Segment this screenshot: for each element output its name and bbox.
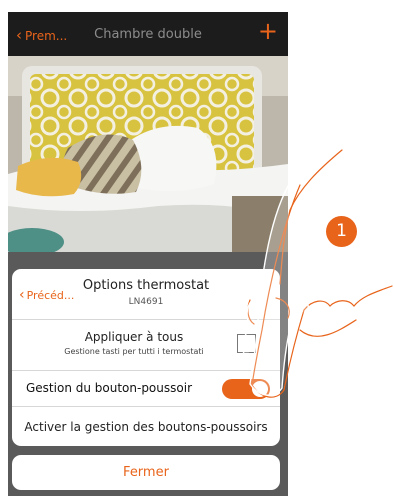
room-photo [8, 56, 288, 252]
sheet-header: ‹ Précéd... Options thermostat LN4691 [12, 269, 280, 320]
step-number-badge: 1 [326, 216, 357, 247]
apply-all-label: Appliquer à tous [84, 330, 184, 344]
room-photo-image [8, 56, 288, 252]
activate-pushbuttons-label: Activer la gestion des boutons-poussoirs [24, 420, 268, 434]
toggle-knob [252, 381, 268, 397]
apply-all-checkbox[interactable] [237, 334, 256, 353]
sheet-subtitle: LN4691 [128, 297, 164, 307]
options-sheet: ‹ Précéd... Options thermostat LN4691 App… [12, 269, 280, 446]
add-button[interactable]: + [258, 19, 278, 43]
top-bar: ‹ Prem... Chambre double + [8, 12, 288, 56]
activate-pushbuttons-row[interactable]: Activer la gestion des boutons-poussoirs [12, 407, 280, 446]
pushbutton-management-row: Gestion du bouton-poussoir [12, 371, 280, 407]
phone-screen: ‹ Prem... Chambre double + ‹ Précéd... O… [8, 12, 288, 496]
screen-title: Chambre double [94, 27, 202, 42]
pushbutton-management-toggle[interactable] [222, 379, 270, 399]
sheet-title: Options thermostat [82, 278, 210, 293]
close-button[interactable]: Fermer [12, 465, 280, 480]
apply-all-row: Appliquer à tous Gestione tasti per tutt… [12, 320, 280, 371]
close-sheet: Fermer [12, 455, 280, 490]
apply-all-sublabel: Gestione tasti per tutti i termostati [64, 347, 204, 356]
pushbutton-management-label: Gestion du bouton-poussoir [26, 381, 192, 395]
